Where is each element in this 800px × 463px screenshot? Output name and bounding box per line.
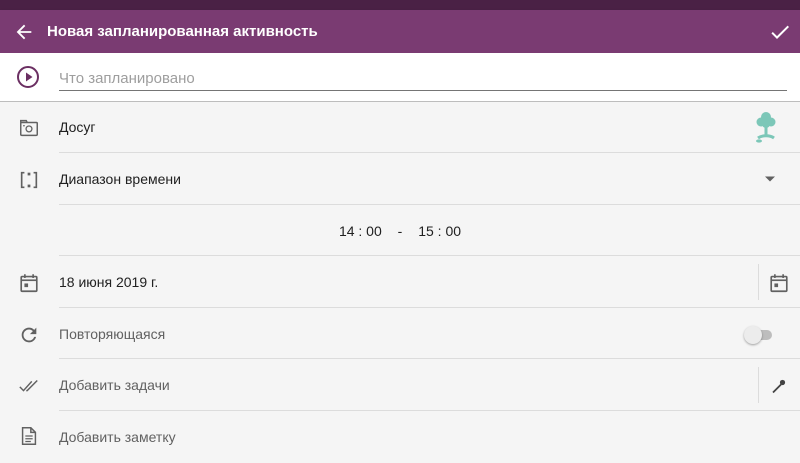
- time-mode-label: Диапазон времени: [59, 171, 181, 187]
- divider: [59, 152, 800, 153]
- note-row[interactable]: Добавить заметку: [0, 412, 800, 463]
- page-title: Новая запланированная активность: [47, 23, 318, 40]
- category-label: Досуг: [59, 119, 96, 135]
- tasks-label: Добавить задачи: [59, 377, 170, 393]
- time-range-row: 14 : 00 - 15 : 00: [0, 206, 800, 257]
- divider: [59, 410, 800, 411]
- category-image-icon: [20, 119, 38, 137]
- divider: [59, 204, 800, 205]
- dropdown-arrow-icon[interactable]: [764, 175, 776, 183]
- repeat-icon: [21, 327, 37, 343]
- category-row[interactable]: Досуг: [0, 102, 800, 153]
- time-range-icon: [20, 171, 38, 189]
- note-icon: [21, 427, 37, 445]
- time-range: 14 : 00 - 15 : 00: [0, 223, 800, 239]
- vertical-divider: [758, 367, 759, 403]
- activity-name-input[interactable]: [59, 66, 787, 91]
- arrow-back-icon[interactable]: [13, 21, 35, 43]
- mic-icon[interactable]: [770, 377, 788, 395]
- check-icon[interactable]: [768, 20, 792, 44]
- divider: [59, 358, 800, 359]
- double-check-icon: [19, 379, 38, 392]
- time-separator: -: [397, 223, 403, 239]
- date-row[interactable]: 18 июня 2019 г.: [0, 257, 800, 308]
- start-time[interactable]: 14 : 00: [339, 223, 382, 239]
- time-mode-row[interactable]: Диапазон времени: [0, 154, 800, 205]
- note-label: Добавить заметку: [59, 429, 176, 445]
- repeat-label: Повторяющаяся: [59, 326, 166, 342]
- calendar-icon: [20, 274, 38, 293]
- divider: [59, 307, 800, 308]
- repeat-row[interactable]: Повторяющаяся: [0, 309, 800, 360]
- tasks-row[interactable]: Добавить задачи: [0, 360, 800, 411]
- vertical-divider: [758, 264, 759, 300]
- date-label: 18 июня 2019 г.: [59, 274, 159, 290]
- divider: [59, 255, 800, 256]
- calendar-picker-icon[interactable]: [768, 272, 790, 294]
- repeat-toggle[interactable]: [744, 326, 774, 344]
- end-time[interactable]: 15 : 00: [418, 223, 461, 239]
- app-bar: Новая запланированная активность: [0, 10, 800, 53]
- tree-icon[interactable]: [752, 110, 780, 144]
- play-circle-icon: [17, 66, 39, 88]
- status-bar: [0, 0, 800, 10]
- activity-name-row: [0, 53, 800, 102]
